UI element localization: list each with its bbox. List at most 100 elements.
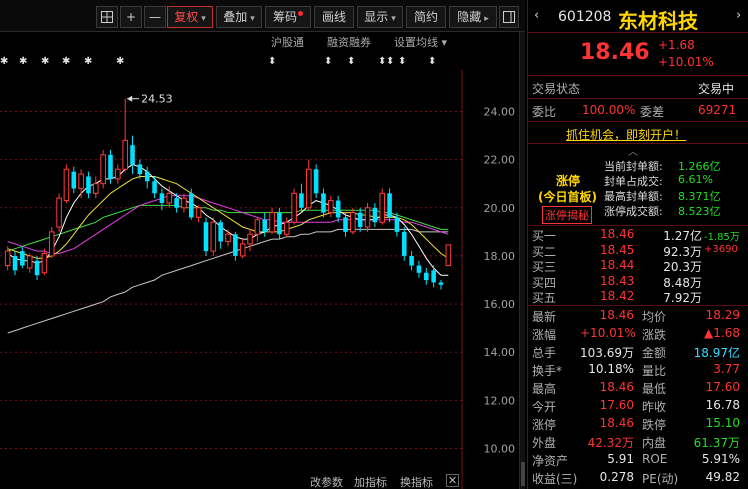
stock-code: 601208: [558, 9, 612, 25]
candle-body: [181, 197, 187, 209]
candle-body: [152, 181, 157, 194]
stat-value: 17.60: [705, 380, 740, 394]
candle-body: [299, 193, 304, 208]
stat-label: 收益(三): [532, 472, 578, 486]
edit-params-button[interactable]: 改参数: [310, 474, 343, 489]
price-change-pct: +10.01%: [658, 55, 714, 69]
candle-body: [394, 217, 400, 232]
y-tick-label: 12.00: [484, 394, 516, 407]
limit-stat-value: 8.371亿: [678, 190, 721, 203]
candle-body: [328, 200, 334, 214]
divider: [528, 305, 748, 306]
chevron-down-icon: ▾: [250, 14, 255, 24]
event-marker-icon[interactable]: ⬍: [428, 56, 436, 67]
open-account-ad[interactable]: 抓住机会，即刻开户！: [566, 126, 686, 143]
event-marker-icon[interactable]: ⬍: [347, 56, 355, 67]
vertical-scrollbar[interactable]: [519, 32, 525, 489]
zoom-out-button[interactable]: —: [144, 6, 166, 28]
candle-body: [159, 193, 165, 203]
bid-price[interactable]: 18.43: [600, 274, 634, 288]
candle-body: [189, 193, 194, 218]
limit-reveal-button[interactable]: 涨停揭秘: [542, 206, 592, 224]
chevron-down-icon: ▾: [391, 14, 396, 24]
candle-body: [26, 255, 33, 269]
limit-stat-label: 当前封单额:: [604, 160, 663, 173]
bid-price[interactable]: 18.44: [600, 258, 634, 272]
hide-dropdown[interactable]: 隐藏 ▸: [449, 6, 497, 28]
add-indicator-button[interactable]: 加指标: [354, 474, 387, 489]
event-star-icon[interactable]: ✱: [41, 56, 49, 67]
event-marker-icon[interactable]: ⬍: [398, 56, 406, 67]
chevron-right-icon: ▸: [484, 14, 489, 24]
simple-mode-button[interactable]: 简约: [406, 6, 446, 28]
candle-body: [401, 231, 407, 256]
limit-stat-label: 涨停成交额:: [604, 205, 663, 218]
stat-label: ROE: [642, 452, 668, 466]
kline-chart[interactable]: 沪股通 融资融券 设置均线 ▾ ✱ ✱ ✱ ✱ ✱ ✱ ⬍ ⬍ ⬍ ⬍ ⬍ ⬍ …: [0, 32, 520, 489]
quote-panel: ‹ 601208 东材科技 › 18.46 +1.68 +10.01% 交易状态…: [527, 0, 748, 489]
candle-body: [4, 250, 11, 267]
candle-body: [122, 139, 128, 170]
event-star-icon[interactable]: ✱: [116, 56, 124, 67]
candle-body: [291, 192, 297, 223]
divider: [528, 121, 748, 122]
limit-up-title: 涨停: [556, 174, 581, 188]
event-star-icon[interactable]: ✱: [19, 56, 27, 67]
event-star-icon[interactable]: ✱: [0, 56, 8, 67]
bid-price[interactable]: 18.45: [600, 243, 634, 257]
stat-value: 0.278: [599, 470, 634, 484]
candle-body: [409, 255, 414, 266]
current-price: 18.46: [580, 40, 650, 65]
limit-stat-label: 最高封单额:: [604, 190, 663, 203]
stat-label: 涨幅: [532, 328, 557, 342]
zoom-in-button[interactable]: +: [120, 6, 142, 28]
stat-value: 17.60: [599, 398, 634, 412]
bid-price[interactable]: 18.42: [600, 289, 634, 303]
candle-body: [78, 173, 84, 190]
stat-value: 10.18%: [588, 362, 634, 376]
y-tick-label: 20.00: [484, 202, 516, 215]
expand-panel-button[interactable]: [499, 6, 519, 28]
candle-body: [144, 171, 150, 182]
collapse-icon[interactable]: ︿: [628, 143, 638, 158]
set-ma-dropdown[interactable]: 设置均线 ▾: [394, 34, 447, 50]
event-star-icon[interactable]: ✱: [62, 56, 70, 67]
chevron-left-icon[interactable]: ‹: [534, 8, 539, 23]
chouma-label: 筹码: [272, 10, 297, 24]
candle-body: [379, 192, 386, 223]
event-marker-icon[interactable]: ⬍: [268, 56, 276, 67]
stat-value: 18.46: [599, 416, 634, 430]
event-marker-icon[interactable]: ⬍: [324, 56, 332, 67]
y-tick-label: 14.00: [484, 346, 516, 359]
chevron-right-icon[interactable]: ›: [736, 8, 741, 23]
bid-price[interactable]: 18.46: [600, 227, 634, 241]
fuquan-dropdown[interactable]: 复权 ▾: [167, 6, 213, 28]
stat-value: 3.77: [713, 362, 740, 376]
event-star-icon[interactable]: ✱: [84, 56, 92, 67]
stat-value: 18.97亿: [693, 346, 740, 360]
stat-value: 42.32万: [587, 436, 634, 450]
stat-value: 49.82: [705, 470, 740, 484]
candle-body: [321, 193, 326, 213]
stat-label: 均价: [642, 310, 667, 324]
scrollbar-thumb[interactable]: [521, 462, 525, 486]
stat-label: 跌停: [642, 418, 667, 432]
rongzi-link[interactable]: 融资融券: [327, 34, 371, 50]
candle-body: [137, 164, 143, 175]
close-indicator-icon[interactable]: ✕: [446, 474, 459, 487]
candle-body: [254, 219, 261, 235]
grid-icon[interactable]: [96, 6, 118, 28]
display-dropdown[interactable]: 显示 ▾: [357, 6, 403, 28]
draw-line-button[interactable]: 画线: [314, 6, 354, 28]
stat-label: 最高: [532, 382, 557, 396]
event-marker-icon[interactable]: ⬍: [386, 56, 394, 67]
limit-stat-value: 8.523亿: [678, 205, 721, 218]
stat-value: 18.46: [599, 380, 634, 394]
candle-body: [174, 198, 179, 208]
candle-body: [115, 168, 121, 180]
hugutong-link[interactable]: 沪股通: [271, 34, 304, 50]
stat-label: 总手: [532, 346, 557, 360]
change-indicator-button[interactable]: 换指标: [400, 474, 433, 489]
chouma-button[interactable]: 筹码: [265, 6, 311, 28]
overlay-dropdown[interactable]: 叠加 ▾: [216, 6, 262, 28]
